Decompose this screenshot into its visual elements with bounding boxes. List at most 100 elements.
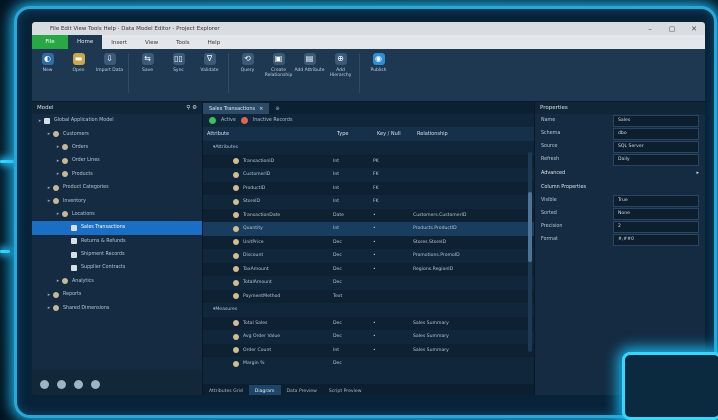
cell-text: Attributes xyxy=(215,145,238,151)
tab-label: Sales Transactions xyxy=(209,105,256,112)
table-row[interactable]: StoreID Int FK xyxy=(203,195,534,209)
table-row[interactable]: UnitPrice Dec • Stores.StoreID xyxy=(203,235,534,249)
table-row[interactable]: Discount Dec • Promotions.PromoID xyxy=(203,249,534,263)
tree-item[interactable]: ▸ Global Application Model xyxy=(32,114,202,127)
property-value-field[interactable]: #,##0 xyxy=(613,233,699,246)
table-row[interactable]: TransactionDate Date • Customers.CustomerID xyxy=(203,208,534,222)
settings-icon[interactable] xyxy=(40,379,49,389)
ribbon-button-query[interactable]: ⟲ Query xyxy=(232,53,263,73)
col-key[interactable]: Key / Null xyxy=(377,131,417,137)
pin-icon[interactable]: ⚲ xyxy=(186,105,190,111)
col-type[interactable]: Type xyxy=(337,131,377,137)
minimize-icon[interactable]: – xyxy=(639,25,661,33)
tree-item[interactable]: ▸ Locations xyxy=(32,208,202,221)
tree-item[interactable]: ▸ Customers xyxy=(32,127,202,140)
table-row[interactable]: Total Sales Dec • Sales Summary xyxy=(203,316,534,330)
expand-chevron-icon[interactable]: ▸ xyxy=(36,118,44,124)
expand-chevron-icon[interactable]: ▸ xyxy=(45,292,53,298)
expand-chevron-icon[interactable]: ▸ xyxy=(54,144,62,150)
tab-sales-transactions[interactable]: Sales Transactions × xyxy=(203,103,270,114)
ribbon-button-open-folder[interactable]: ▬ Open xyxy=(63,53,94,73)
new-tab-button[interactable]: ⊕ xyxy=(269,103,285,114)
expand-chevron-icon[interactable]: ▸ xyxy=(54,171,62,177)
ribbon-tab-view[interactable]: View xyxy=(136,37,167,49)
ribbon-button-sync[interactable]: ▯▯ Sync xyxy=(163,53,194,73)
ribbon-tab-help[interactable]: Help xyxy=(199,37,230,49)
ribbon-button-publish[interactable]: ◉ Publish xyxy=(363,53,394,73)
filter-inactive[interactable]: Inactive Records xyxy=(253,118,293,123)
expand-chevron-icon[interactable]: ▸ xyxy=(45,185,53,191)
tree-item[interactable]: ▸ Products xyxy=(32,168,202,181)
view-tab[interactable]: Attributes Grid xyxy=(203,385,249,395)
ribbon-button-import[interactable]: ⇩ Import Data xyxy=(94,53,125,73)
expand-chevron-icon[interactable]: ▸ xyxy=(45,198,53,204)
table-row[interactable]: Order Count Int • Sales Summary xyxy=(203,343,534,357)
close-icon[interactable]: × xyxy=(259,106,263,112)
ribbon-button-hierarchy[interactable]: ⊕ Add Hierarchy xyxy=(325,53,356,78)
tree-item-label: Returns & Refunds xyxy=(81,238,126,244)
users-icon[interactable] xyxy=(57,379,66,389)
tree-item[interactable]: ▸ Reports xyxy=(32,288,202,301)
ribbon-button-label: Save xyxy=(141,68,154,73)
property-value-field[interactable]: None xyxy=(613,207,699,220)
ribbon-button-validate[interactable]: ∇ Validate xyxy=(194,53,225,73)
tree-item-label: Supplier Contracts xyxy=(81,265,126,271)
ribbon-tab-home[interactable]: Home xyxy=(68,35,103,49)
scrollbar-thumb[interactable] xyxy=(528,192,532,262)
tree-item[interactable]: ▸ Shared Dimensions xyxy=(32,301,202,314)
col-attribute[interactable]: Attribute xyxy=(203,131,337,137)
ribbon-button-relationship[interactable]: ▣ Create Relationship xyxy=(263,53,294,78)
advanced-section[interactable]: Advanced ▸ xyxy=(535,166,705,180)
ribbon-button-save[interactable]: ⇆ Save xyxy=(132,53,163,73)
expand-chevron-icon[interactable]: ▸ xyxy=(54,278,62,284)
view-tab[interactable]: Data Preview xyxy=(281,385,323,395)
property-value-field[interactable]: 2 xyxy=(613,220,699,233)
file-tab[interactable]: File xyxy=(32,35,68,49)
property-value-field[interactable]: True xyxy=(613,194,699,207)
tree-item[interactable]: ▸ Order Lines xyxy=(32,154,202,167)
cell-text: TotalAmount xyxy=(243,280,272,286)
expand-chevron-icon[interactable]: ▸ xyxy=(54,211,62,217)
close-icon[interactable]: ✕ xyxy=(683,25,705,33)
view-tab[interactable]: Script Preview xyxy=(323,385,368,395)
ribbon-button-attribute[interactable]: ▤ Add Attribute xyxy=(294,53,325,73)
filter-active[interactable]: Active xyxy=(221,118,236,123)
tree-item[interactable]: ▸ Orders xyxy=(32,141,202,154)
view-tab[interactable]: Diagram xyxy=(248,385,281,395)
table-row[interactable]: TaxAmount Dec • Regions.RegionID xyxy=(203,262,534,276)
tree-item[interactable]: ▸ Inventory xyxy=(32,194,202,207)
table-row[interactable]: Avg Order Value Dec • Sales Summary xyxy=(203,330,534,344)
tree-item[interactable]: Returns & Refunds xyxy=(32,235,202,248)
expand-chevron-icon[interactable]: ▸ xyxy=(45,131,53,137)
ribbon-button-new[interactable]: ◐ New xyxy=(32,53,63,73)
properties-header: Properties xyxy=(535,102,705,114)
table-row[interactable]: PaymentMethod Text xyxy=(203,289,534,303)
table-row[interactable]: CustomerID Int FK xyxy=(203,168,534,182)
tree-item[interactable]: Sales Transactions xyxy=(32,221,202,235)
tree-item[interactable]: Shipment Records xyxy=(32,248,202,261)
grid-scrollbar[interactable] xyxy=(528,152,532,352)
grid-group-row[interactable]: ▾ Attributes xyxy=(203,141,534,155)
settings-icon[interactable]: ⚙ xyxy=(192,105,197,111)
maximize-icon[interactable]: ▢ xyxy=(661,25,683,33)
power-icon[interactable] xyxy=(91,379,100,389)
property-value-field[interactable]: Sales xyxy=(613,114,699,127)
table-row[interactable]: Margin % Dec xyxy=(203,357,534,371)
ribbon-tab-tools[interactable]: Tools xyxy=(167,37,199,49)
record-icon[interactable] xyxy=(74,379,83,389)
table-row[interactable]: TotalAmount Dec xyxy=(203,276,534,290)
tree-item[interactable]: ▸ Product Categories xyxy=(32,181,202,194)
property-value-field[interactable]: SQL Server xyxy=(613,140,699,153)
ribbon-tab-insert[interactable]: Insert xyxy=(102,37,136,49)
col-relationship[interactable]: Relationship xyxy=(417,131,534,137)
table-row[interactable]: ProductID Int FK xyxy=(203,181,534,195)
table-row[interactable]: Quantity Int • Products.ProductID xyxy=(203,222,534,236)
property-value-field[interactable]: dbo xyxy=(613,127,699,140)
grid-group-row[interactable]: ▾ Measures xyxy=(203,303,534,317)
table-row[interactable]: TransactionID Int PK xyxy=(203,154,534,168)
property-value-field[interactable]: Daily xyxy=(613,153,699,166)
expand-chevron-icon[interactable]: ▸ xyxy=(54,158,62,164)
expand-chevron-icon[interactable]: ▸ xyxy=(45,305,53,311)
tree-item[interactable]: Supplier Contracts xyxy=(32,261,202,274)
tree-item[interactable]: ▸ Analytics xyxy=(32,275,202,288)
